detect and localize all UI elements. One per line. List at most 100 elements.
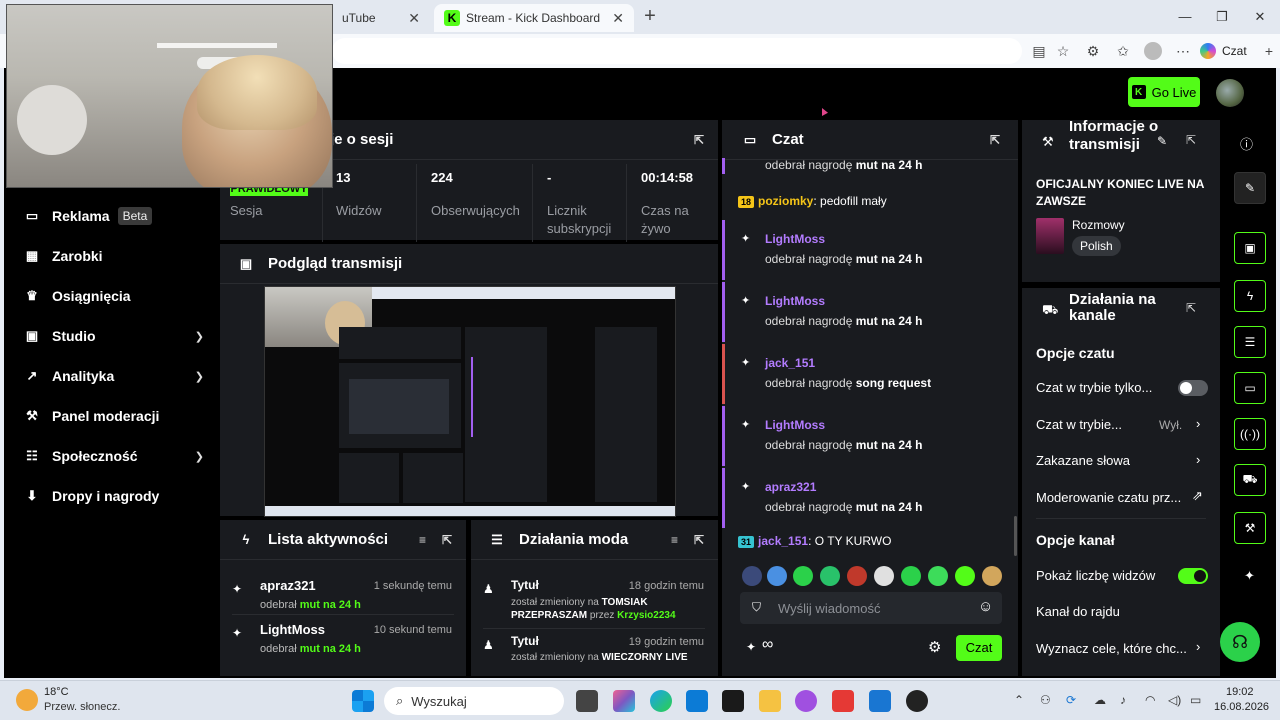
stream-preview[interactable] — [264, 286, 676, 517]
battery-icon[interactable]: ▭ — [1190, 693, 1201, 707]
broadcast-rail-button[interactable]: ((·)) — [1234, 418, 1266, 450]
emote-icon[interactable] — [742, 566, 762, 586]
file-explorer-icon[interactable] — [759, 690, 781, 712]
emote-icon[interactable] — [928, 566, 948, 586]
emote-icon[interactable] — [820, 566, 840, 586]
start-icon[interactable] — [352, 690, 374, 712]
more-menu-icon[interactable]: + — [1260, 42, 1278, 60]
chat-send-button[interactable]: Czat — [956, 635, 1002, 661]
info-icon[interactable]: ⓘ — [1240, 134, 1253, 153]
close-tab-icon[interactable]: ✕ — [612, 10, 624, 27]
sidebar-item-dropy[interactable]: ⬇ Dropy i nagrody — [24, 481, 214, 511]
chat-username[interactable]: LightMoss — [765, 232, 1012, 246]
emote-icon[interactable] — [955, 566, 975, 586]
address-bar[interactable] — [332, 38, 1022, 64]
emote-icon[interactable] — [874, 566, 894, 586]
chevron-right-icon[interactable]: › — [1196, 416, 1200, 431]
sidebar-item-spolecznosc[interactable]: ☷ Społeczność ❯ — [24, 441, 214, 471]
chat-username[interactable]: apraz321 — [765, 480, 1012, 494]
wifi-icon[interactable]: ◠ — [1145, 693, 1155, 707]
tray-cloud-icon[interactable]: ☁ — [1094, 693, 1106, 707]
emoji-icon[interactable]: ☺ — [978, 598, 993, 615]
emote-only-toggle[interactable] — [1178, 380, 1208, 396]
close-tab-icon[interactable]: ✕ — [408, 10, 420, 27]
capcut-icon[interactable] — [722, 690, 744, 712]
app-w-icon[interactable] — [832, 690, 854, 712]
popout-icon[interactable]: ⇱ — [442, 533, 452, 547]
support-button[interactable]: ☊ — [1220, 622, 1260, 662]
external-link-icon[interactable]: ⇗ — [1192, 488, 1203, 504]
tray-sync-icon[interactable]: ⟳ — [1066, 693, 1076, 707]
chevron-up-icon[interactable]: ⌃ — [1014, 693, 1024, 707]
sidebar-item-panel-moderacji[interactable]: ⚒ Panel moderacji — [24, 401, 214, 431]
emote-icon[interactable] — [793, 566, 813, 586]
profile-icon[interactable] — [1144, 42, 1162, 60]
task-view-icon[interactable] — [576, 690, 598, 712]
sidebar-item-studio[interactable]: ▣ Studio ❯ — [24, 321, 214, 351]
edit-rail-button[interactable]: ✎ — [1234, 172, 1266, 204]
tab-youtube[interactable]: uTube ✕ — [320, 4, 430, 32]
close-window-button[interactable]: ✕ — [1245, 6, 1275, 28]
popout-icon[interactable]: ⇱ — [694, 133, 704, 147]
emote-icon[interactable] — [847, 566, 867, 586]
new-tab-button[interactable]: + — [640, 6, 660, 28]
go-live-button[interactable]: K Go Live — [1128, 77, 1200, 107]
avatar[interactable] — [1216, 79, 1244, 107]
emote-icon[interactable] — [901, 566, 921, 586]
scrollbar[interactable] — [1014, 516, 1017, 556]
weather-icon[interactable] — [16, 689, 38, 711]
sidebar-item-reklama[interactable]: ▭ Reklama Beta — [24, 201, 214, 231]
chevron-right-icon[interactable]: › — [1196, 639, 1200, 654]
extensions-icon[interactable]: ⚙ — [1084, 42, 1102, 60]
microphone-icon[interactable]: ♪ — [1120, 693, 1126, 707]
wrench-rail-button[interactable]: ⚒ — [1234, 512, 1266, 544]
settings-icon[interactable]: ⚙ — [928, 638, 941, 656]
emote-icon[interactable] — [982, 566, 1002, 586]
copilot-app-icon[interactable] — [613, 690, 635, 712]
reader-icon[interactable]: ▤ — [1030, 42, 1048, 60]
popout-icon[interactable]: ⇱ — [1186, 301, 1196, 315]
mail-icon[interactable] — [869, 690, 891, 712]
volume-icon[interactable]: ◁) — [1168, 693, 1181, 707]
filter-icon[interactable]: ≡ — [419, 533, 426, 547]
points-icon[interactable]: ✦ — [746, 640, 756, 654]
lightning-rail-button[interactable]: ϟ — [1234, 280, 1266, 312]
sidebar-item-zarobki[interactable]: ▦ Zarobki — [24, 241, 214, 271]
preview-rail-button[interactable]: ▣ — [1234, 232, 1266, 264]
chat-input[interactable]: ⛉ Wyślij wiadomość ☺ — [740, 592, 1002, 624]
chat-username[interactable]: jack_151 — [765, 356, 1012, 370]
clock-date[interactable]: 16.08.2026 — [1214, 701, 1269, 713]
sidebar-item-analityka[interactable]: ↗ Analityka ❯ — [24, 361, 214, 391]
store-icon[interactable] — [686, 690, 708, 712]
emote-icon[interactable] — [767, 566, 787, 586]
opera-icon[interactable] — [795, 690, 817, 712]
favorite-icon[interactable]: ☆ — [1054, 42, 1072, 60]
tab-kick-dashboard[interactable]: K Stream - Kick Dashboard ✕ — [434, 4, 634, 32]
collections-icon[interactable]: ✩ — [1114, 42, 1132, 60]
edge-icon[interactable] — [650, 690, 672, 712]
edit-icon[interactable]: ✎ — [1157, 134, 1167, 148]
copilot-button[interactable]: Czat — [1200, 40, 1247, 62]
chat-message[interactable]: 18 poziomky: pedofill mały — [722, 194, 1012, 208]
actions-rail-button[interactable]: ⛟ — [1234, 464, 1266, 496]
chat-username[interactable]: LightMoss — [765, 294, 1012, 308]
chat-rail-button[interactable]: ▭ — [1234, 372, 1266, 404]
taskbar-search[interactable]: ⌕ Wyszukaj — [384, 687, 564, 715]
chat-username[interactable]: jack_151 — [758, 534, 808, 548]
popout-icon[interactable]: ⇱ — [694, 533, 704, 547]
community-icon[interactable]: ✦ — [1244, 568, 1255, 584]
chat-message[interactable]: 31 jack_151: O TY KURWO — [722, 534, 1012, 548]
minimize-button[interactable]: — — [1170, 6, 1200, 28]
show-viewers-toggle[interactable] — [1178, 568, 1208, 584]
chat-username[interactable]: poziomky — [758, 194, 813, 208]
maximize-button[interactable]: ❐ — [1207, 6, 1237, 28]
popout-icon[interactable]: ⇱ — [1186, 133, 1196, 147]
popout-icon[interactable]: ⇱ — [990, 133, 1000, 147]
tray-app-icon[interactable]: ⚇ — [1040, 693, 1051, 707]
more-icon[interactable]: ⋯ — [1174, 42, 1192, 60]
list-rail-button[interactable]: ☰ — [1234, 326, 1266, 358]
filter-icon[interactable]: ≡ — [671, 533, 678, 547]
chevron-right-icon[interactable]: › — [1196, 452, 1200, 467]
chat-username[interactable]: LightMoss — [765, 418, 1012, 432]
sidebar-item-osiagniecia[interactable]: ♛ Osiągnięcia — [24, 281, 214, 311]
